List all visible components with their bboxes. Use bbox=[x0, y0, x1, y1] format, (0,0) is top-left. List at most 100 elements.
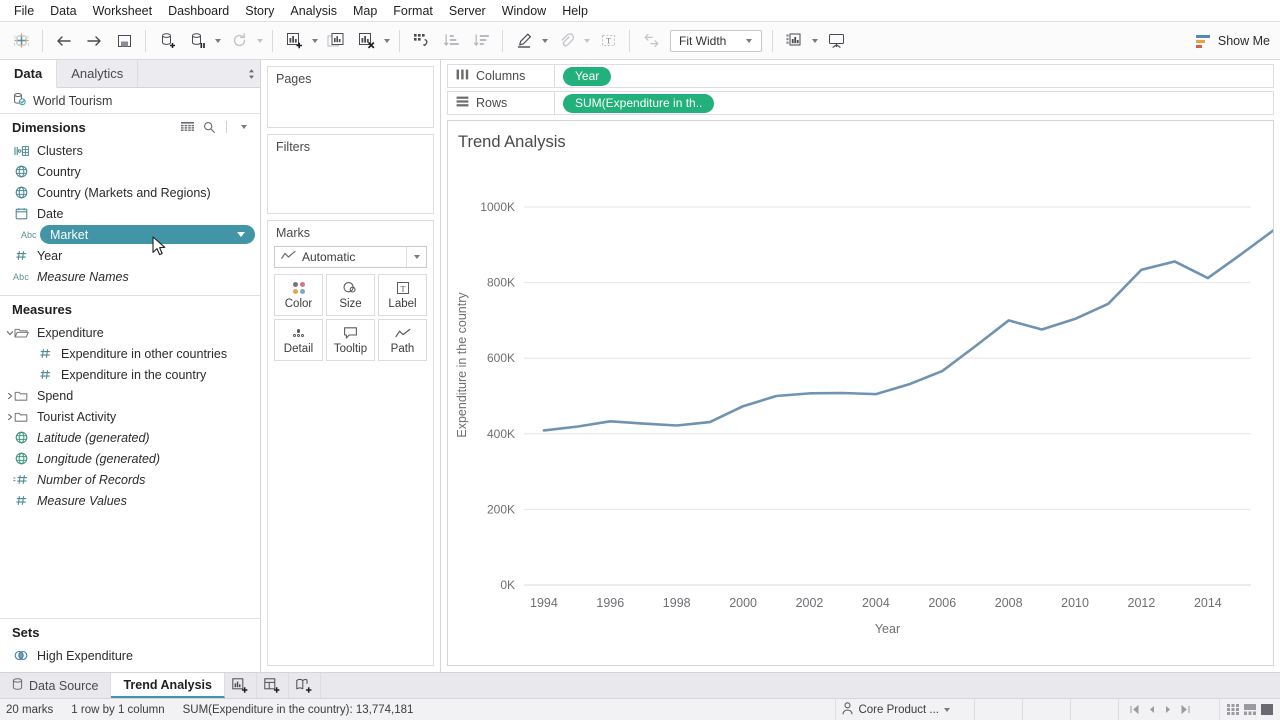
menu-item-map[interactable]: Map bbox=[345, 1, 385, 21]
new-sheet-caret-icon[interactable] bbox=[309, 27, 321, 55]
field-folder-spend[interactable]: Spend bbox=[0, 385, 260, 406]
marks-label-button[interactable]: T Label bbox=[378, 274, 427, 316]
last-page-icon[interactable] bbox=[1178, 702, 1193, 717]
new-worksheet-button[interactable] bbox=[225, 673, 257, 698]
filmstrip-view-icon[interactable] bbox=[1243, 703, 1257, 716]
datasource-row[interactable]: World Tourism bbox=[0, 88, 260, 114]
line-chart[interactable]: 0K200K400K600K800K1000K19941996199820002… bbox=[448, 151, 1274, 663]
field-expenditure-in-other-countries[interactable]: Expenditure in other countries bbox=[0, 343, 260, 364]
dimensions-menu-caret-icon[interactable] bbox=[236, 119, 252, 135]
fit-dropdown[interactable]: Fit Width bbox=[670, 30, 762, 52]
tab-analytics[interactable]: Analytics bbox=[57, 60, 138, 87]
highlight-button[interactable] bbox=[509, 27, 539, 55]
field-expenditure-in-the-country[interactable]: Expenditure in the country bbox=[0, 364, 260, 385]
field-country-markets-and-regions[interactable]: Country (Markets and Regions) bbox=[0, 182, 260, 203]
save-button[interactable] bbox=[109, 27, 139, 55]
group-members-button[interactable] bbox=[551, 27, 581, 55]
grid-view-icon[interactable] bbox=[1226, 703, 1240, 716]
tableau-logo-icon[interactable] bbox=[6, 27, 36, 55]
search-icon[interactable] bbox=[201, 119, 217, 135]
menu-item-dashboard[interactable]: Dashboard bbox=[160, 1, 237, 21]
menu-item-analysis[interactable]: Analysis bbox=[282, 1, 345, 21]
pages-title: Pages bbox=[268, 67, 433, 89]
menu-item-window[interactable]: Window bbox=[494, 1, 554, 21]
field-market-caret-icon[interactable] bbox=[237, 232, 245, 237]
field-high-expenditure[interactable]: High Expenditure bbox=[0, 645, 260, 666]
new-data-source-button[interactable] bbox=[152, 27, 182, 55]
menu-item-server[interactable]: Server bbox=[441, 1, 494, 21]
presentation-mode-button[interactable] bbox=[821, 27, 851, 55]
mark-type-caret-icon[interactable] bbox=[406, 247, 426, 267]
prev-page-icon[interactable] bbox=[1144, 702, 1159, 717]
viz-pane[interactable]: Trend Analysis 0K200K400K600K800K1000K19… bbox=[447, 120, 1274, 666]
swap-rows-columns-button[interactable] bbox=[406, 27, 436, 55]
field-year[interactable]: Year bbox=[0, 245, 260, 266]
marks-path-button[interactable]: Path bbox=[378, 319, 427, 361]
field-folder-tourist-activity[interactable]: Tourist Activity bbox=[0, 406, 260, 427]
status-user-caret-icon[interactable] bbox=[944, 708, 950, 712]
pill-sum-expenditure[interactable]: SUM(Expenditure in th.. bbox=[563, 94, 714, 113]
menu-item-worksheet[interactable]: Worksheet bbox=[85, 1, 161, 21]
first-page-icon[interactable] bbox=[1127, 702, 1142, 717]
view-data-grid-icon[interactable] bbox=[179, 119, 195, 135]
chevron-down-icon[interactable] bbox=[4, 329, 16, 337]
tab-data-source[interactable]: Data Source bbox=[0, 673, 111, 698]
menu-item-data[interactable]: Data bbox=[42, 1, 84, 21]
new-worksheet-button[interactable] bbox=[279, 27, 309, 55]
show-hide-cards-button[interactable] bbox=[779, 27, 809, 55]
back-button[interactable] bbox=[49, 27, 79, 55]
clear-sheet-caret-icon[interactable] bbox=[381, 27, 393, 55]
marks-tooltip-button[interactable]: Tooltip bbox=[326, 319, 375, 361]
highlight-caret-icon[interactable] bbox=[539, 27, 551, 55]
fit-dropdown-caret-icon[interactable] bbox=[741, 39, 757, 43]
chevron-right-icon[interactable] bbox=[4, 392, 16, 400]
chevron-right-icon[interactable] bbox=[4, 413, 16, 421]
tab-trend-analysis[interactable]: Trend Analysis bbox=[111, 673, 224, 698]
data-pane-collapse-icon[interactable] bbox=[242, 60, 260, 87]
field-measure-names[interactable]: Abc Measure Names bbox=[0, 266, 260, 287]
pause-auto-updates-button[interactable] bbox=[182, 27, 212, 55]
clear-sheet-button[interactable] bbox=[351, 27, 381, 55]
menu-item-story[interactable]: Story bbox=[237, 1, 282, 21]
show-me-button[interactable]: Show Me bbox=[1196, 22, 1270, 60]
cards-caret-icon[interactable] bbox=[809, 27, 821, 55]
duplicate-sheet-button[interactable] bbox=[321, 27, 351, 55]
refresh-data-source-button[interactable] bbox=[224, 27, 254, 55]
tab-data[interactable]: Data bbox=[0, 60, 57, 88]
menu-item-format[interactable]: Format bbox=[385, 1, 441, 21]
field-measure-values[interactable]: Measure Values bbox=[0, 490, 260, 511]
pause-dropdown-caret-icon[interactable] bbox=[212, 27, 224, 55]
field-latitude-generated[interactable]: Latitude (generated) bbox=[0, 427, 260, 448]
columns-shelf-dropzone[interactable]: Year bbox=[555, 64, 1274, 88]
single-view-icon[interactable] bbox=[1260, 703, 1274, 716]
group-caret-icon[interactable] bbox=[581, 27, 593, 55]
field-market[interactable]: Market bbox=[40, 225, 255, 244]
marks-detail-button[interactable]: Detail bbox=[274, 319, 323, 361]
menu-item-help[interactable]: Help bbox=[554, 1, 596, 21]
field-longitude-generated[interactable]: Longitude (generated) bbox=[0, 448, 260, 469]
new-story-button[interactable] bbox=[289, 673, 321, 698]
pages-card[interactable]: Pages bbox=[267, 66, 434, 128]
chart-line-series[interactable] bbox=[544, 207, 1274, 430]
next-page-icon[interactable] bbox=[1161, 702, 1176, 717]
mark-type-dropdown[interactable]: Automatic bbox=[274, 246, 427, 268]
filters-card[interactable]: Filters bbox=[267, 134, 434, 214]
new-dashboard-button[interactable] bbox=[257, 673, 289, 698]
fix-axes-button[interactable] bbox=[636, 27, 666, 55]
show-mark-labels-button[interactable]: T bbox=[593, 27, 623, 55]
sort-descending-button[interactable] bbox=[466, 27, 496, 55]
sort-ascending-button[interactable] bbox=[436, 27, 466, 55]
refresh-dropdown-caret-icon[interactable] bbox=[254, 27, 266, 55]
pill-year[interactable]: Year bbox=[563, 67, 611, 86]
field-number-of-records[interactable]: Number of Records bbox=[0, 469, 260, 490]
rows-shelf-dropzone[interactable]: SUM(Expenditure in th.. bbox=[555, 91, 1274, 115]
field-folder-expenditure[interactable]: Expenditure bbox=[0, 322, 260, 343]
forward-button[interactable] bbox=[79, 27, 109, 55]
menu-item-file[interactable]: File bbox=[6, 1, 42, 21]
field-country[interactable]: Country bbox=[0, 161, 260, 182]
status-user[interactable]: Core Product ... bbox=[835, 699, 956, 720]
field-date[interactable]: Date bbox=[0, 203, 260, 224]
field-clusters[interactable]: Clusters bbox=[0, 140, 260, 161]
marks-size-button[interactable]: Size bbox=[326, 274, 375, 316]
marks-color-button[interactable]: Color bbox=[274, 274, 323, 316]
